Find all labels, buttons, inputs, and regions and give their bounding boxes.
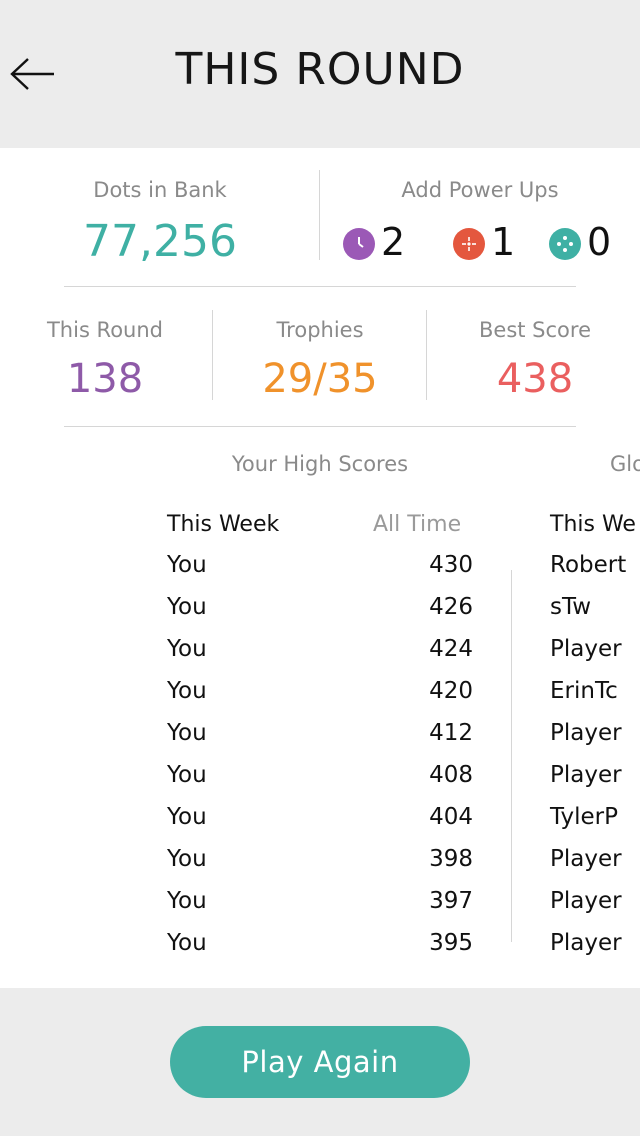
global-row-name: sTw — [550, 594, 592, 620]
high-scores-title: Your High Scores — [231, 452, 409, 476]
this-round-label: This Round — [46, 318, 164, 342]
divider — [511, 570, 512, 942]
expander-icon — [453, 228, 485, 260]
divider — [64, 286, 576, 287]
global-row-name: ErinTc — [550, 678, 618, 704]
best-score-value: 438 — [496, 356, 574, 402]
shrinker-count: 0 — [587, 220, 612, 264]
score-row-value: 430 — [429, 552, 473, 578]
score-row-value: 426 — [429, 594, 473, 620]
score-row-name: You — [167, 762, 207, 788]
score-row-value: 395 — [429, 930, 473, 956]
bank-value: 77,256 — [83, 216, 237, 267]
page-title: THIS ROUND — [175, 44, 465, 95]
score-row-value: 420 — [429, 678, 473, 704]
score-row-value: 424 — [429, 636, 473, 662]
trophies-label: Trophies — [276, 318, 364, 342]
global-row-name: Robert — [550, 552, 627, 578]
round-summary-panel: Dots in Bank 77,256 Add Power Ups 2 1 0 … — [0, 148, 640, 988]
global-row-name: Player — [550, 846, 622, 872]
clock-icon — [343, 228, 375, 260]
score-row-name: You — [167, 594, 207, 620]
footer-bar: Play Again — [0, 988, 640, 1136]
score-row-name: You — [167, 720, 207, 746]
global-row-name: Player — [550, 636, 622, 662]
this-round-value: 138 — [66, 356, 144, 402]
expander-count: 1 — [491, 220, 516, 264]
score-row-value: 408 — [429, 762, 473, 788]
score-row-value: 397 — [429, 888, 473, 914]
play-again-button[interactable]: Play Again — [170, 1026, 470, 1098]
power-up-expander[interactable]: 1 — [453, 220, 523, 266]
global-row-name: Player — [550, 888, 622, 914]
global-scores-title: Glo — [610, 452, 640, 476]
divider — [212, 310, 213, 400]
shrinker-icon — [549, 228, 581, 260]
power-up-shrinker[interactable]: 0 — [549, 220, 629, 266]
score-row-name: You — [167, 888, 207, 914]
tab-all-time[interactable]: All Time — [373, 512, 461, 537]
score-row-name: You — [167, 846, 207, 872]
divider — [64, 426, 576, 427]
global-row-name: Player — [550, 720, 622, 746]
score-row-value: 412 — [429, 720, 473, 746]
clock-count: 2 — [381, 220, 406, 264]
bank-label: Dots in Bank — [93, 178, 227, 202]
global-row-name: TylerP — [550, 804, 618, 830]
divider — [426, 310, 427, 400]
score-row-value: 398 — [429, 846, 473, 872]
tab-this-week[interactable]: This Week — [167, 512, 279, 537]
global-row-name: Player — [550, 762, 622, 788]
power-up-clock[interactable]: 2 — [343, 220, 413, 266]
header-bar: THIS ROUND — [0, 0, 640, 148]
global-tab-this-week[interactable]: This We — [550, 512, 636, 537]
score-row-name: You — [167, 804, 207, 830]
power-ups-label: Add Power Ups — [401, 178, 559, 202]
best-score-label: Best Score — [479, 318, 591, 342]
trophies-value: 29/35 — [262, 356, 378, 402]
score-row-value: 404 — [429, 804, 473, 830]
global-row-name: Player — [550, 930, 622, 956]
score-row-name: You — [167, 930, 207, 956]
score-row-name: You — [167, 678, 207, 704]
score-row-name: You — [167, 552, 207, 578]
divider — [319, 170, 320, 260]
score-row-name: You — [167, 636, 207, 662]
